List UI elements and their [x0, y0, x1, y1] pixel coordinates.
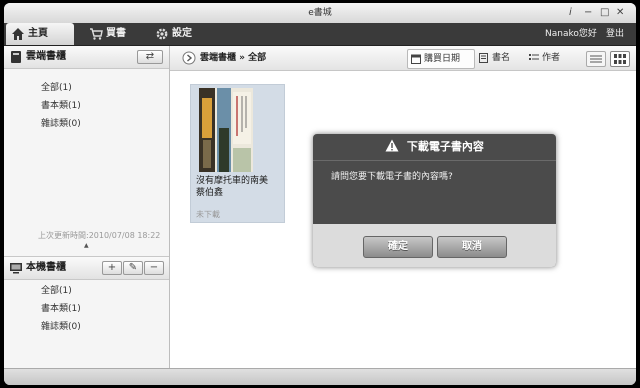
breadcrumb-current: 全部 [248, 53, 267, 63]
download-dialog: 下載電子書內容 請問您要下載電子書的內容嗎? 確定 取消 [313, 134, 556, 267]
back-icon[interactable] [182, 51, 196, 65]
sync-icon: ⇄ [145, 51, 155, 62]
grid-view-button[interactable] [610, 51, 630, 67]
book-cover-image [199, 88, 253, 172]
dialog-title-bar: 下載電子書內容 [313, 134, 556, 161]
tab-buy[interactable]: 買書 [84, 23, 146, 45]
tab-home-label: 主頁 [28, 28, 48, 39]
local-shelf-header: 本機書櫃 + ✎ − [4, 256, 169, 280]
sort-by-author-label: 作者 [542, 53, 561, 63]
tab-settings[interactable]: 設定 [150, 23, 216, 45]
sort-by-title-label: 書名 [492, 53, 511, 63]
home-icon [12, 28, 24, 40]
grid-view-icon [614, 54, 626, 64]
status-bar [4, 368, 636, 385]
window-title: e書城 [308, 8, 332, 18]
tab-home[interactable]: 主頁 [6, 23, 74, 45]
warning-icon [385, 139, 399, 152]
local-item-books[interactable]: 書本類(1) [41, 301, 81, 314]
local-shelf-title: 本機書櫃 [26, 262, 66, 273]
cloud-item-all[interactable]: 全部(1) [41, 80, 72, 93]
edit-shelf-button[interactable]: ✎ [123, 261, 143, 275]
cloud-shelf-title: 雲端書櫃 [26, 51, 66, 62]
sidebar: 雲端書櫃 ⇄ 全部(1) 書本類(1) 雜誌類(0) 上次更新時間:2010/0… [4, 46, 170, 368]
book-author: 蔡伯鑫 [196, 188, 224, 198]
cart-icon [90, 28, 103, 40]
maximize-button[interactable]: □ [600, 3, 609, 23]
document-icon [479, 53, 488, 63]
help-icon[interactable]: i [569, 3, 572, 23]
gear-icon [156, 28, 168, 40]
splitter-handle[interactable]: ▲ [84, 242, 89, 249]
local-item-magazines[interactable]: 雜誌類(0) [41, 319, 81, 332]
cloud-item-magazines[interactable]: 雜誌類(0) [41, 116, 81, 129]
breadcrumb: 雲端書櫃 » 全部 [200, 46, 266, 70]
sync-button[interactable]: ⇄ [137, 50, 163, 64]
tab-settings-label: 設定 [172, 28, 192, 39]
list-icon [529, 54, 539, 60]
cloud-item-books[interactable]: 書本類(1) [41, 98, 81, 111]
sort-by-purchase-date[interactable]: 購買日期 [407, 49, 475, 69]
local-item-all[interactable]: 全部(1) [41, 283, 72, 296]
remove-shelf-button[interactable]: − [144, 261, 164, 275]
last-updated-text: 上次更新時間:2010/07/08 18:22 [38, 231, 161, 240]
minimize-button[interactable]: − [584, 3, 592, 23]
title-bar: e書城 [4, 3, 636, 23]
list-view-icon [590, 55, 602, 63]
tab-buy-label: 買書 [106, 28, 126, 39]
book-title: 沒有摩托車的南美 [196, 176, 269, 186]
book-card[interactable]: 沒有摩托車的南美 蔡伯鑫 未下載 [190, 84, 285, 223]
toolbar: 雲端書櫃 » 全部 購買日期 書名 作者 [170, 46, 636, 71]
logout-link[interactable]: 登出 [606, 23, 624, 45]
book-cover [199, 88, 253, 172]
close-button[interactable]: ✕ [616, 3, 624, 23]
nav-bar: 主頁 買書 設定 Nanako您好 登出 [4, 23, 636, 46]
user-greeting: Nanako您好 [545, 29, 597, 39]
cloud-shelf-header: 雲端書櫃 ⇄ [4, 46, 169, 69]
breadcrumb-separator: » [239, 53, 245, 63]
book-download-status: 未下載 [196, 210, 220, 219]
bookshelf-icon [11, 51, 21, 63]
sort-by-title[interactable]: 書名 [476, 49, 524, 67]
breadcrumb-root[interactable]: 雲端書櫃 [200, 53, 236, 63]
dialog-footer: 確定 取消 [313, 224, 556, 267]
list-view-button[interactable] [586, 51, 606, 67]
add-shelf-button[interactable]: + [102, 261, 122, 275]
dialog-message: 請問您要下載電子書的內容嗎? [331, 172, 453, 182]
sort-by-author[interactable]: 作者 [526, 49, 574, 67]
calendar-icon [411, 54, 421, 64]
dialog-title: 下載電子書內容 [406, 140, 484, 153]
confirm-button[interactable]: 確定 [363, 236, 433, 258]
computer-icon [10, 263, 22, 274]
cancel-button[interactable]: 取消 [437, 236, 507, 258]
sort-by-purchase-date-label: 購買日期 [424, 54, 461, 64]
book-title-block: 沒有摩托車的南美 蔡伯鑫 [196, 175, 282, 199]
